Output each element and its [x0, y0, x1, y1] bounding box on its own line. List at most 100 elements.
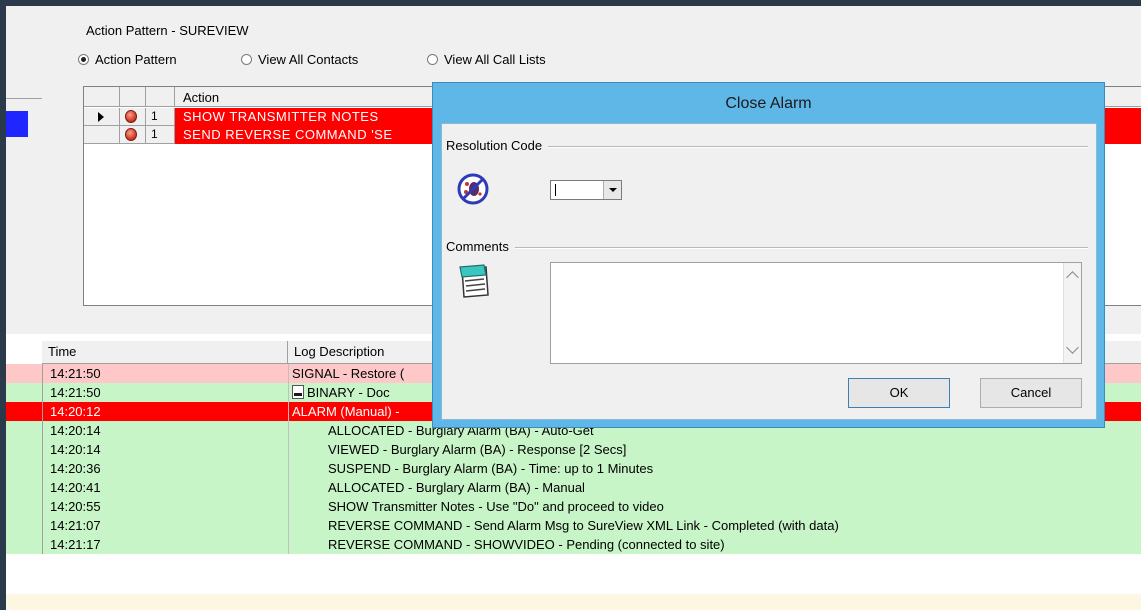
panel-title: Action Pattern - SUREVIEW [86, 23, 249, 38]
scroll-up-icon[interactable] [1066, 271, 1079, 284]
radio-dot[interactable] [427, 54, 438, 65]
log-time: 14:20:36 [50, 461, 101, 476]
log-description-text: ALLOCATED - Burglary Alarm (BA) - Manual [328, 480, 585, 495]
grid-header-num [146, 87, 175, 107]
row-indicator [84, 126, 120, 144]
ok-button[interactable]: OK [848, 378, 950, 408]
grid-header-action-label: Action [183, 90, 220, 105]
resolution-code-select[interactable] [550, 180, 622, 200]
log-time: 14:21:07 [50, 518, 101, 533]
radio-label: Action Pattern [95, 52, 177, 67]
log-header-description[interactable]: Log Description [294, 344, 384, 359]
log-description-text: ALARM (Manual) - [292, 404, 400, 419]
column-divider [288, 478, 289, 497]
log-time: 14:20:14 [50, 423, 101, 438]
log-time: 14:21:50 [50, 385, 101, 400]
log-description-text: BINARY - Doc [307, 385, 390, 400]
status-cell [120, 126, 146, 144]
column-divider [42, 440, 43, 459]
log-time: 14:20:14 [50, 442, 101, 457]
log-description-text: SIGNAL - Restore ( [292, 366, 405, 381]
column-divider [42, 383, 43, 402]
radio-dot[interactable] [241, 54, 252, 65]
log-description: VIEWED - Burglary Alarm (BA) - Response … [328, 440, 626, 459]
column-divider [288, 535, 289, 554]
notepad-icon [459, 264, 489, 298]
log-description: ALLOCATED - Burglary Alarm (BA) - Manual [328, 478, 585, 497]
num-cell: 1 [146, 108, 175, 126]
log-description-text: REVERSE COMMAND - Send Alarm Msg to Sure… [328, 518, 839, 533]
log-description: SUSPEND - Burglary Alarm (BA) - Time: up… [328, 459, 653, 478]
scroll-down-icon[interactable] [1066, 341, 1079, 354]
log-time: 14:20:12 [50, 404, 101, 419]
column-divider [42, 478, 43, 497]
log-row[interactable]: 14:20:36 SUSPEND - Burglary Alarm (BA) - … [6, 459, 1141, 478]
red-light-icon [125, 110, 137, 123]
comments-textarea[interactable] [550, 262, 1082, 364]
log-row[interactable]: 14:20:14 VIEWED - Burglary Alarm (BA) - R… [6, 440, 1141, 459]
column-divider [42, 535, 43, 554]
document-icon [292, 385, 304, 399]
divider [446, 247, 1088, 249]
status-cell [120, 108, 146, 126]
text-cursor [555, 184, 556, 196]
log-description: REVERSE COMMAND - Send Alarm Msg to Sure… [328, 516, 839, 535]
radio-action-pattern[interactable]: Action Pattern [78, 52, 177, 67]
column-divider [42, 421, 43, 440]
log-time: 14:21:50 [50, 366, 101, 381]
radio-label: View All Contacts [258, 52, 359, 67]
comments-label: Comments [446, 239, 515, 254]
radio-view-all-contacts[interactable]: View All Contacts [241, 52, 358, 67]
log-description: REVERSE COMMAND - SHOWVIDEO - Pending (c… [328, 535, 725, 554]
column-divider [42, 402, 43, 421]
log-row[interactable]: 14:21:07 REVERSE COMMAND - Send Alarm Msg… [6, 516, 1141, 535]
log-description-text: SHOW Transmitter Notes - Use "Do" and pr… [328, 499, 664, 514]
column-divider [288, 364, 289, 383]
column-divider [288, 459, 289, 478]
status-strip [6, 594, 1141, 610]
vertical-scrollbar[interactable] [1063, 263, 1081, 363]
column-divider [288, 383, 289, 402]
grid-header-status [120, 87, 146, 107]
row-number: 1 [151, 109, 158, 123]
log-header-time[interactable]: Time [48, 344, 76, 359]
no-bug-icon [457, 173, 489, 205]
dialog-title: Close Alarm [725, 95, 812, 112]
log-time: 14:20:41 [50, 480, 101, 495]
log-header-divider [287, 341, 288, 363]
chevron-down-icon[interactable] [603, 181, 621, 199]
close-alarm-dialog[interactable]: Close Alarm Resolution Code Comments OK … [432, 82, 1105, 428]
row-indicator [84, 108, 120, 126]
column-divider [42, 497, 43, 516]
column-divider [42, 364, 43, 383]
main-window: Action Pattern - SUREVIEW Action Pattern… [6, 6, 1141, 610]
row-number: 1 [151, 127, 158, 141]
log-row[interactable]: 14:20:41 ALLOCATED - Burglary Alarm (BA) … [6, 478, 1141, 497]
grid-header-indicator [84, 87, 120, 107]
log-row[interactable]: 14:21:17 REVERSE COMMAND - SHOWVIDEO - Pe… [6, 535, 1141, 554]
dialog-body: Resolution Code Comments OK Cancel [441, 123, 1097, 420]
radio-dot[interactable] [78, 54, 89, 65]
log-description: SIGNAL - Restore ( [292, 364, 404, 383]
red-light-icon [125, 128, 137, 141]
column-divider [288, 421, 289, 440]
cancel-button[interactable]: Cancel [980, 378, 1082, 408]
column-divider [288, 440, 289, 459]
status-indicator [6, 111, 28, 137]
column-divider [288, 402, 289, 421]
log-time: 14:20:55 [50, 499, 101, 514]
log-description-text: VIEWED - Burglary Alarm (BA) - Response … [328, 442, 627, 457]
num-cell: 1 [146, 126, 175, 144]
resolution-code-label: Resolution Code [446, 138, 549, 153]
log-description: SHOW Transmitter Notes - Use "Do" and pr… [328, 497, 664, 516]
radio-view-all-call-lists[interactable]: View All Call Lists [427, 52, 546, 67]
log-description: ALARM (Manual) - [292, 402, 400, 421]
radio-label: View All Call Lists [444, 52, 546, 67]
log-description: BINARY - Doc [292, 383, 390, 402]
log-description-text: REVERSE COMMAND - SHOWVIDEO - Pending (c… [328, 537, 725, 552]
log-time: 14:21:17 [50, 537, 101, 552]
column-divider [42, 459, 43, 478]
column-divider [42, 516, 43, 535]
log-row[interactable]: 14:20:55 SHOW Transmitter Notes - Use "Do… [6, 497, 1141, 516]
column-divider [288, 497, 289, 516]
